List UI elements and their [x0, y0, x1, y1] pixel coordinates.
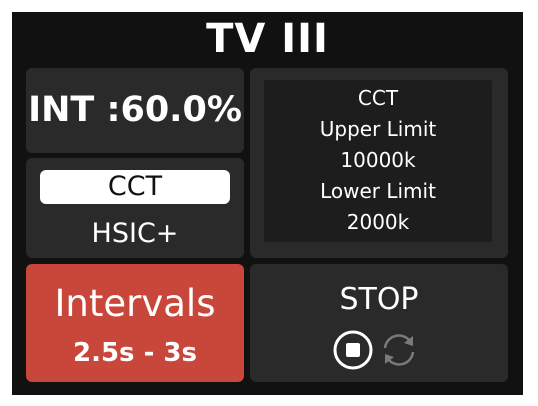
- mode-panel: CCT HSIC+: [26, 158, 244, 258]
- limits-parameter: CCT: [357, 86, 399, 110]
- upper-limit-value: 10000k: [340, 148, 416, 172]
- upper-limit-label: Upper Limit: [319, 117, 437, 141]
- stop-label: STOP: [339, 282, 419, 317]
- page-title: TV III: [206, 16, 329, 62]
- limits-box: CCT Upper Limit 10000k Lower Limit 2000k: [264, 80, 492, 242]
- intervals-button[interactable]: Intervals 2.5s - 3s: [26, 264, 244, 382]
- intervals-range: 2.5s - 3s: [73, 338, 197, 368]
- stop-panel: STOP: [250, 264, 508, 382]
- lower-limit-value: 2000k: [346, 210, 410, 234]
- mode-option-cct[interactable]: CCT: [40, 170, 230, 204]
- device-screen: TV III INT :60.0% CCT HSIC+ CCT Upper Li…: [12, 12, 523, 395]
- stop-circle-icon[interactable]: [331, 328, 375, 372]
- intensity-readout: INT :60.0%: [28, 90, 242, 130]
- intensity-panel[interactable]: INT :60.0%: [26, 68, 244, 153]
- limits-panel[interactable]: CCT Upper Limit 10000k Lower Limit 2000k: [250, 68, 508, 258]
- mode-option-hsic[interactable]: HSIC+: [26, 216, 244, 252]
- loop-icon[interactable]: [377, 328, 421, 372]
- lower-limit-label: Lower Limit: [320, 179, 436, 203]
- intervals-label: Intervals: [54, 282, 216, 325]
